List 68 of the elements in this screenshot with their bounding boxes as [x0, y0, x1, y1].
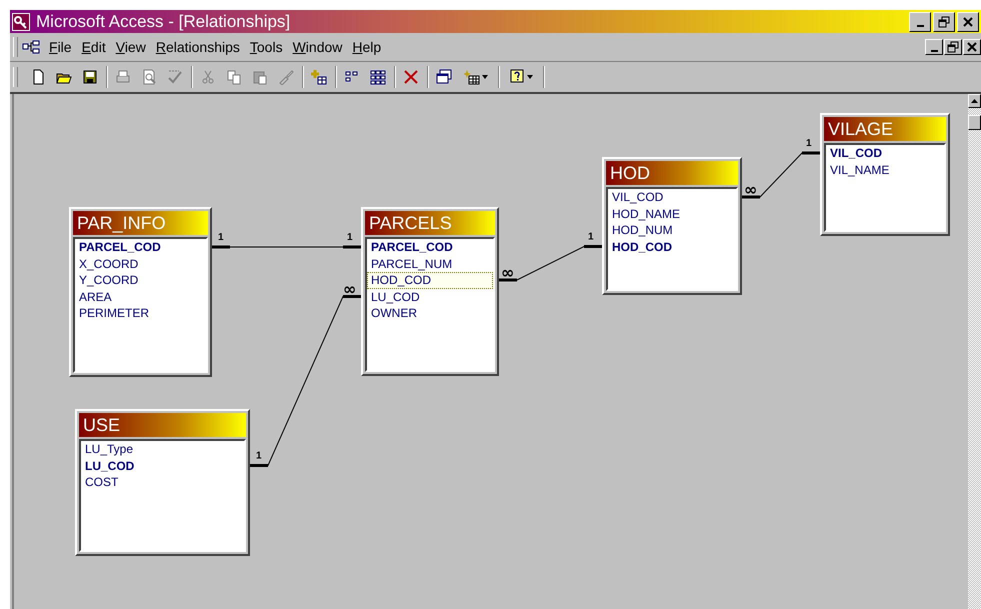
- table-box[interactable]: PARCELS PARCEL_COD PARCEL_NUM HOD_COD LU_COD OWNER: [361, 207, 499, 376]
- field-name[interactable]: LU_Type: [81, 441, 244, 458]
- close-button[interactable]: [957, 12, 979, 32]
- field-name[interactable]: PARCEL_COD: [367, 239, 493, 256]
- caret-icon: [482, 75, 488, 79]
- field-name[interactable]: X_COORD: [75, 256, 206, 272]
- field-name[interactable]: VIL_COD: [826, 145, 944, 162]
- close-icon: [961, 16, 975, 28]
- up-arrow-icon: [971, 99, 978, 103]
- cardinality-label: 1: [256, 450, 262, 462]
- minimize-button[interactable]: [909, 12, 931, 32]
- field-name[interactable]: AREA: [75, 288, 206, 305]
- menu-item[interactable]: Edit: [76, 39, 111, 55]
- restore-button[interactable]: [944, 39, 962, 55]
- restore-button[interactable]: [933, 12, 955, 32]
- relationship-line[interactable]: [498, 245, 604, 282]
- minimize-icon: [916, 24, 924, 26]
- table-box[interactable]: USE LU_Type LU_COD COST: [75, 409, 250, 556]
- field-name[interactable]: PARCEL_NUM: [367, 256, 493, 272]
- field-name[interactable]: PARCEL_COD: [75, 239, 206, 256]
- minimize-icon: [930, 50, 938, 52]
- table-box[interactable]: PAR_INFO PARCEL_COD X_COORD Y_COORD AREA PERIMETER: [69, 207, 212, 377]
- field-name[interactable]: LU_COD: [81, 458, 244, 474]
- caret-icon: [527, 75, 533, 79]
- field-name[interactable]: VIL_COD: [608, 189, 736, 206]
- table-title: PAR_INFO: [73, 211, 208, 235]
- window-title: Microsoft Access - [Relationships]: [36, 12, 292, 32]
- close-icon: [965, 41, 979, 53]
- relationships-icon: [22, 40, 40, 54]
- field-name[interactable]: HOD_NUM: [608, 222, 736, 238]
- scrollbar[interactable]: [968, 94, 981, 609]
- cardinality-label: 1: [218, 232, 224, 243]
- menu-item[interactable]: Window: [288, 39, 348, 55]
- cardinality-label: ∞: [343, 280, 356, 298]
- cardinality-label: ∞: [744, 180, 758, 199]
- menu-item[interactable]: Tools: [244, 39, 288, 55]
- cardinality-label: 1: [347, 232, 353, 243]
- table-title: HOD: [606, 161, 738, 185]
- field-name[interactable]: Y_COORD: [75, 272, 206, 288]
- restore-icon: [946, 41, 960, 53]
- cardinality-label: ∞: [501, 263, 514, 282]
- table-box[interactable]: HOD VIL_COD HOD_NAME HOD_NUM HOD_COD: [602, 157, 742, 295]
- scroll-up-button[interactable]: [968, 94, 981, 108]
- relationship-line[interactable]: [210, 246, 362, 248]
- table-title: VILAGE: [824, 117, 946, 141]
- cardinality-label: 1: [588, 232, 594, 242]
- menu-item[interactable]: Relationships: [150, 39, 245, 55]
- close-button[interactable]: [963, 39, 981, 55]
- restore-icon: [937, 16, 951, 28]
- minimize-button[interactable]: [925, 39, 943, 55]
- table-title: USE: [79, 413, 246, 437]
- cardinality-label: 1: [806, 138, 812, 149]
- field-name[interactable]: PERIMETER: [75, 305, 206, 322]
- menu-item[interactable]: File: [44, 39, 77, 55]
- field-name[interactable]: COST: [81, 474, 244, 490]
- field-name[interactable]: LU_COD: [367, 288, 493, 305]
- table-title: PARCELS: [365, 211, 495, 235]
- field-name[interactable]: HOD_COD: [608, 238, 736, 255]
- relationship-line[interactable]: [740, 152, 822, 198]
- field-name[interactable]: VIL_NAME: [826, 162, 944, 178]
- key-icon: [12, 12, 30, 30]
- field-name[interactable]: HOD_NAME: [608, 206, 736, 222]
- menu-item[interactable]: Help: [347, 39, 386, 55]
- menu-item[interactable]: View: [110, 39, 151, 55]
- field-name[interactable]: OWNER: [367, 305, 493, 322]
- table-box[interactable]: VILAGE VIL_COD VIL_NAME: [820, 113, 950, 236]
- field-name[interactable]: HOD_COD: [367, 272, 493, 288]
- scroll-thumb[interactable]: [968, 115, 981, 130]
